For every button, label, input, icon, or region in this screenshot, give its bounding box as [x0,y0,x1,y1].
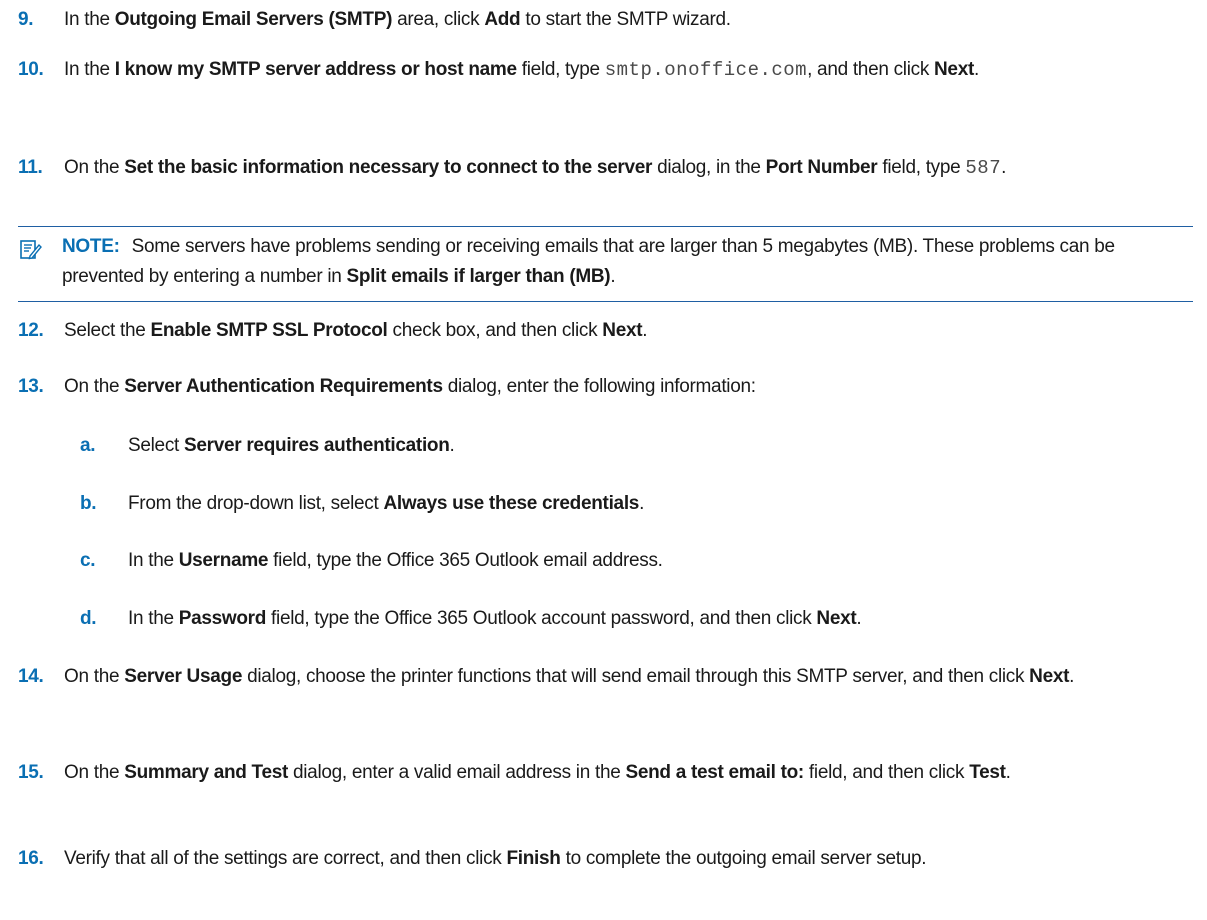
substep-letter: c. [80,550,96,571]
step-text: In the I know my SMTP server address or … [64,59,979,81]
note-box: NOTE: Some servers have problems sending … [18,226,1193,302]
step-text: On the Server Usage dialog, choose the p… [64,666,1075,687]
substep-letter: a. [80,435,96,456]
step-text: Select the Enable SMTP SSL Protocol chec… [64,320,648,341]
step-number: 10. [18,59,44,80]
step-number: 12. [18,320,44,341]
substep-letter: d. [80,608,97,629]
note-icon [18,237,42,261]
step-text: On the Set the basic information necessa… [64,157,1007,179]
step-number: 11. [18,157,43,178]
step-number: 15. [18,762,44,783]
step-text: In the Outgoing Email Servers (SMTP) are… [64,9,731,30]
step-text: Verify that all of the settings are corr… [64,848,927,869]
substep-text: In the Username field, type the Office 3… [128,550,663,571]
step-text: On the Summary and Test dialog, enter a … [64,762,1011,783]
substep-letter: b. [80,493,97,514]
step-text: On the Server Authentication Requirement… [64,376,756,397]
inline-code: 587 [965,157,1002,179]
substep-text: In the Password field, type the Office 3… [128,608,862,629]
inline-code: smtp.onoffice.com [604,59,808,81]
note-text: NOTE: Some servers have problems sending … [62,236,1115,287]
note-label: NOTE: [62,236,120,257]
substep-text: From the drop-down list, select Always u… [128,493,645,514]
substep-text: Select Server requires authentication. [128,435,455,456]
step-number: 14. [18,666,44,687]
step-number: 9. [18,9,34,30]
step-number: 13. [18,376,44,397]
step-number: 16. [18,848,44,869]
